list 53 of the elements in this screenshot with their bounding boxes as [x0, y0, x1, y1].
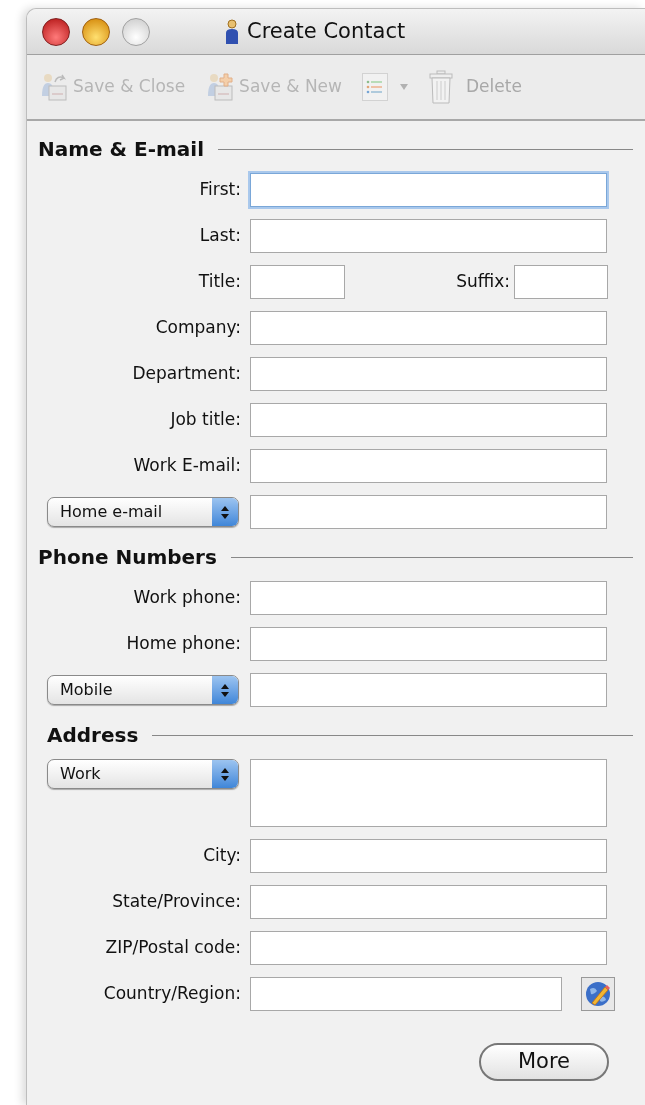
text-field[interactable] [250, 931, 607, 965]
close-button[interactable] [42, 17, 70, 46]
popup-menu[interactable]: Home e-mail [47, 497, 239, 527]
text-field[interactable] [250, 977, 562, 1011]
field-label: ZIP/Postal code: [104, 936, 241, 960]
window-title: Create Contact [247, 17, 406, 45]
field-label: Title: [197, 270, 241, 294]
section-heading: Address [47, 722, 139, 749]
text-field[interactable] [514, 265, 608, 299]
field-label: Suffix: [455, 270, 510, 294]
text-field[interactable] [250, 627, 607, 661]
contact-plus-icon [205, 72, 236, 102]
text-field[interactable] [250, 839, 607, 873]
text-field[interactable] [250, 311, 607, 345]
text-field[interactable] [250, 265, 345, 299]
field-label: Work phone: [132, 586, 241, 610]
globe-pencil-icon [585, 981, 611, 1007]
popup-menu[interactable]: Mobile [47, 675, 239, 705]
list-icon [362, 73, 388, 101]
text-field[interactable] [250, 219, 607, 253]
zoom-button[interactable] [122, 17, 150, 46]
globe-pencil-button[interactable] [581, 977, 615, 1011]
field-label: City: [202, 844, 241, 868]
section-heading: Name & E-mail [38, 136, 204, 163]
text-field[interactable] [250, 173, 607, 207]
person-icon [225, 18, 239, 45]
field-label: Company: [154, 316, 241, 340]
field-label: Country/Region: [102, 982, 241, 1006]
more-button[interactable]: More [479, 1043, 609, 1081]
field-label: Last: [198, 224, 241, 248]
stepper-icon [212, 498, 238, 526]
text-field[interactable] [250, 495, 607, 529]
field-label: Work E-mail: [132, 454, 241, 478]
text-field[interactable] [250, 403, 607, 437]
field-label: Home phone: [125, 632, 241, 656]
stepper-icon [212, 760, 238, 788]
field-label: Job title: [168, 408, 241, 432]
text-field[interactable] [250, 449, 607, 483]
dropdown-caret-icon [400, 84, 408, 90]
minimize-button[interactable] [82, 17, 110, 46]
address-field[interactable] [250, 759, 607, 827]
field-label: Department: [131, 362, 241, 386]
text-field[interactable] [250, 885, 607, 919]
field-label: State/Province: [111, 890, 241, 914]
text-field[interactable] [250, 581, 607, 615]
contact-arrow-icon [39, 72, 69, 102]
stepper-icon [212, 676, 238, 704]
trash-icon [428, 70, 454, 104]
popup-menu[interactable]: Work [47, 759, 239, 789]
text-field[interactable] [250, 357, 607, 391]
section-heading: Phone Numbers [38, 544, 217, 571]
text-field[interactable] [250, 673, 607, 707]
field-label: First: [198, 178, 241, 202]
